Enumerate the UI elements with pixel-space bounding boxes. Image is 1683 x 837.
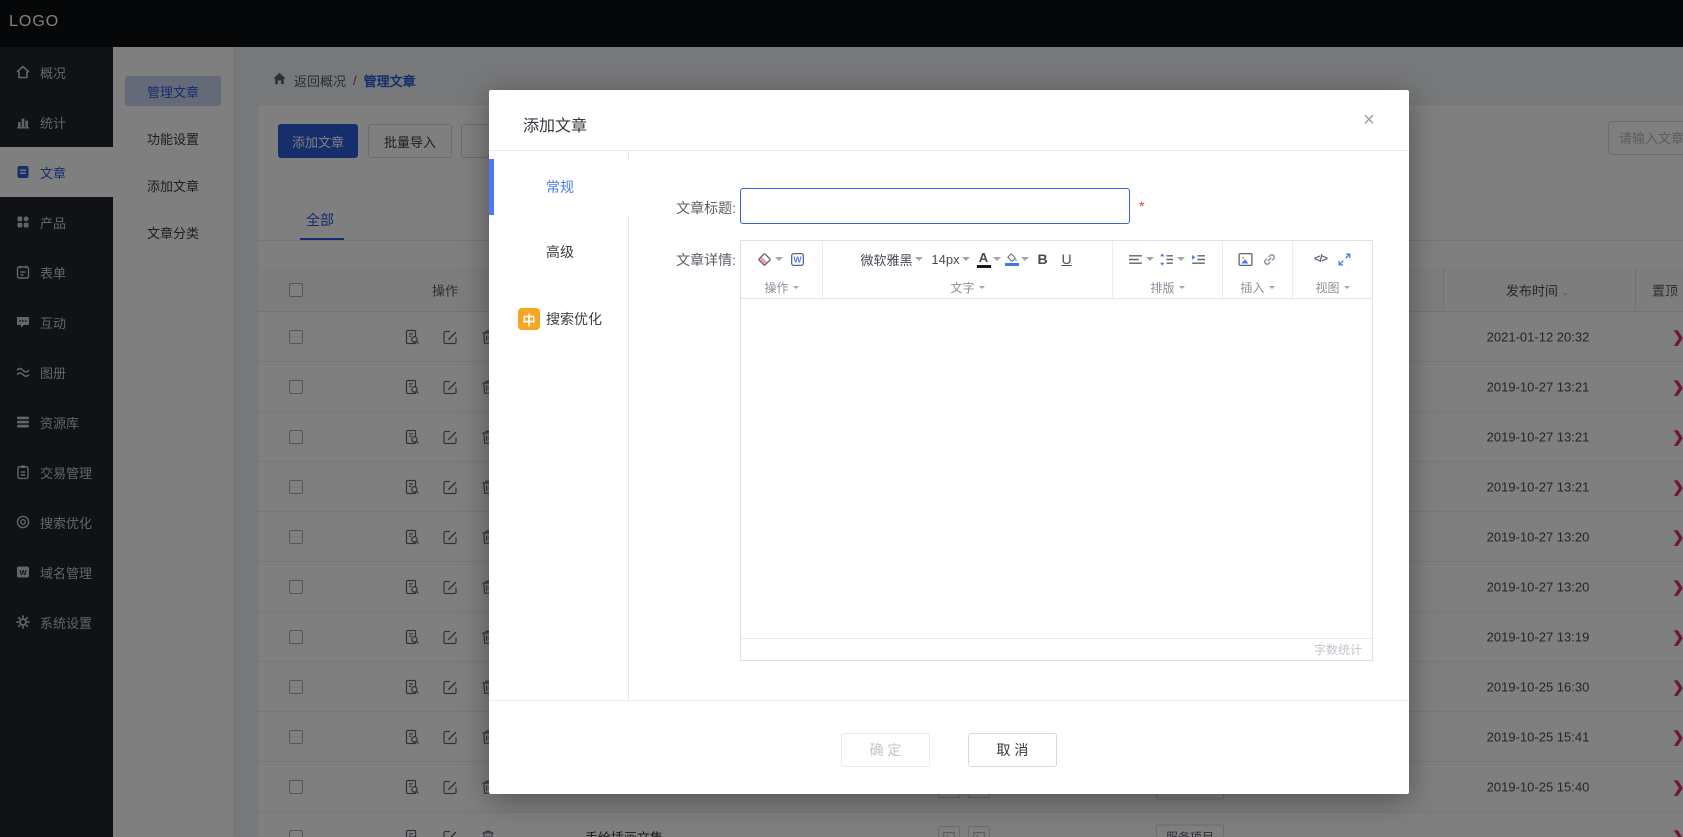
insert-link-button[interactable] (1260, 246, 1280, 272)
article-title-input[interactable] (740, 188, 1130, 224)
line-height-button[interactable] (1158, 246, 1185, 272)
dropdown-caret-icon (1179, 286, 1185, 289)
dropdown-caret-icon (775, 257, 783, 261)
modal-tab-label: 搜索优化 (546, 309, 602, 329)
dropdown-caret-icon (1177, 257, 1185, 261)
add-article-modal: 添加文章 × 常规高级中搜索优化 文章标题: * 文章详情: W (489, 90, 1409, 794)
dropdown-caret-icon (793, 286, 799, 289)
dropdown-caret-icon (915, 257, 923, 261)
toolbar-label-text[interactable]: 文字 (823, 277, 1112, 297)
highlight-color-icon (1005, 253, 1019, 266)
close-icon[interactable]: × (1355, 106, 1383, 134)
svg-text:W: W (793, 254, 802, 264)
dropdown-caret-icon (1269, 286, 1275, 289)
modal-tab-label: 常规 (546, 177, 574, 197)
toolbar-group-text: 微软雅黑 14px A (823, 241, 1113, 298)
seo-badge-icon: 中 (518, 308, 540, 330)
cancel-button[interactable]: 取 消 (968, 733, 1057, 767)
toolbar-group-operation: W 操作 (741, 241, 823, 298)
dropdown-caret-icon (1146, 257, 1154, 261)
toolbar-group-layout: 排版 (1113, 241, 1223, 298)
font-size-select[interactable]: 14px (929, 246, 973, 272)
dropdown-caret-icon (1021, 257, 1029, 261)
dropdown-caret-icon (962, 257, 970, 261)
underline-button[interactable]: U (1057, 246, 1077, 272)
align-button[interactable] (1127, 246, 1154, 272)
confirm-button[interactable]: 确 定 (841, 733, 930, 767)
editor-toolbar: W 操作 微软雅黑 14px (741, 241, 1372, 299)
active-tab-bar (489, 159, 494, 215)
editor-status-bar: 字数统计 (741, 638, 1372, 660)
bold-button[interactable]: B (1033, 246, 1053, 272)
dropdown-caret-icon (1344, 286, 1350, 289)
article-title-label: 文章标题: (516, 198, 736, 218)
toolbar-group-insert: 插入 (1223, 241, 1293, 298)
modal-tab[interactable]: 中搜索优化 (489, 291, 630, 347)
article-detail-label: 文章详情: (516, 250, 736, 270)
app-root: LOGO 概况统计文章产品表单互动图册资源库交易管理搜索优化W域名管理系统设置 … (0, 0, 1683, 837)
toolbar-label-operation[interactable]: 操作 (741, 277, 822, 297)
toolbar-label-layout[interactable]: 排版 (1113, 277, 1222, 297)
insert-image-button[interactable] (1236, 246, 1256, 272)
toolbar-group-view: </> 视图 (1293, 241, 1372, 298)
dropdown-caret-icon (979, 286, 985, 289)
toolbar-label-insert[interactable]: 插入 (1223, 277, 1292, 297)
toolbar-label-view[interactable]: 视图 (1293, 277, 1372, 297)
word-count-label: 字数统计 (1314, 641, 1362, 658)
font-family-select[interactable]: 微软雅黑 (859, 246, 925, 272)
font-color-button[interactable]: A (977, 246, 1001, 272)
fullscreen-button[interactable] (1335, 246, 1355, 272)
editor-content-area[interactable] (741, 299, 1372, 638)
modal-tab-rail: 常规高级中搜索优化 (489, 151, 629, 700)
modal-title: 添加文章 (523, 112, 587, 136)
source-code-button[interactable]: </> (1311, 246, 1331, 272)
indent-button[interactable] (1189, 246, 1209, 272)
clear-format-button[interactable] (756, 246, 783, 272)
modal-footer-divider (489, 700, 1409, 701)
word-import-button[interactable]: W (787, 246, 807, 272)
font-color-icon: A (977, 251, 991, 268)
required-asterisk: * (1139, 198, 1144, 214)
dropdown-caret-icon (993, 257, 1001, 261)
highlight-color-button[interactable] (1005, 246, 1029, 272)
rich-text-editor: W 操作 微软雅黑 14px (740, 240, 1373, 661)
